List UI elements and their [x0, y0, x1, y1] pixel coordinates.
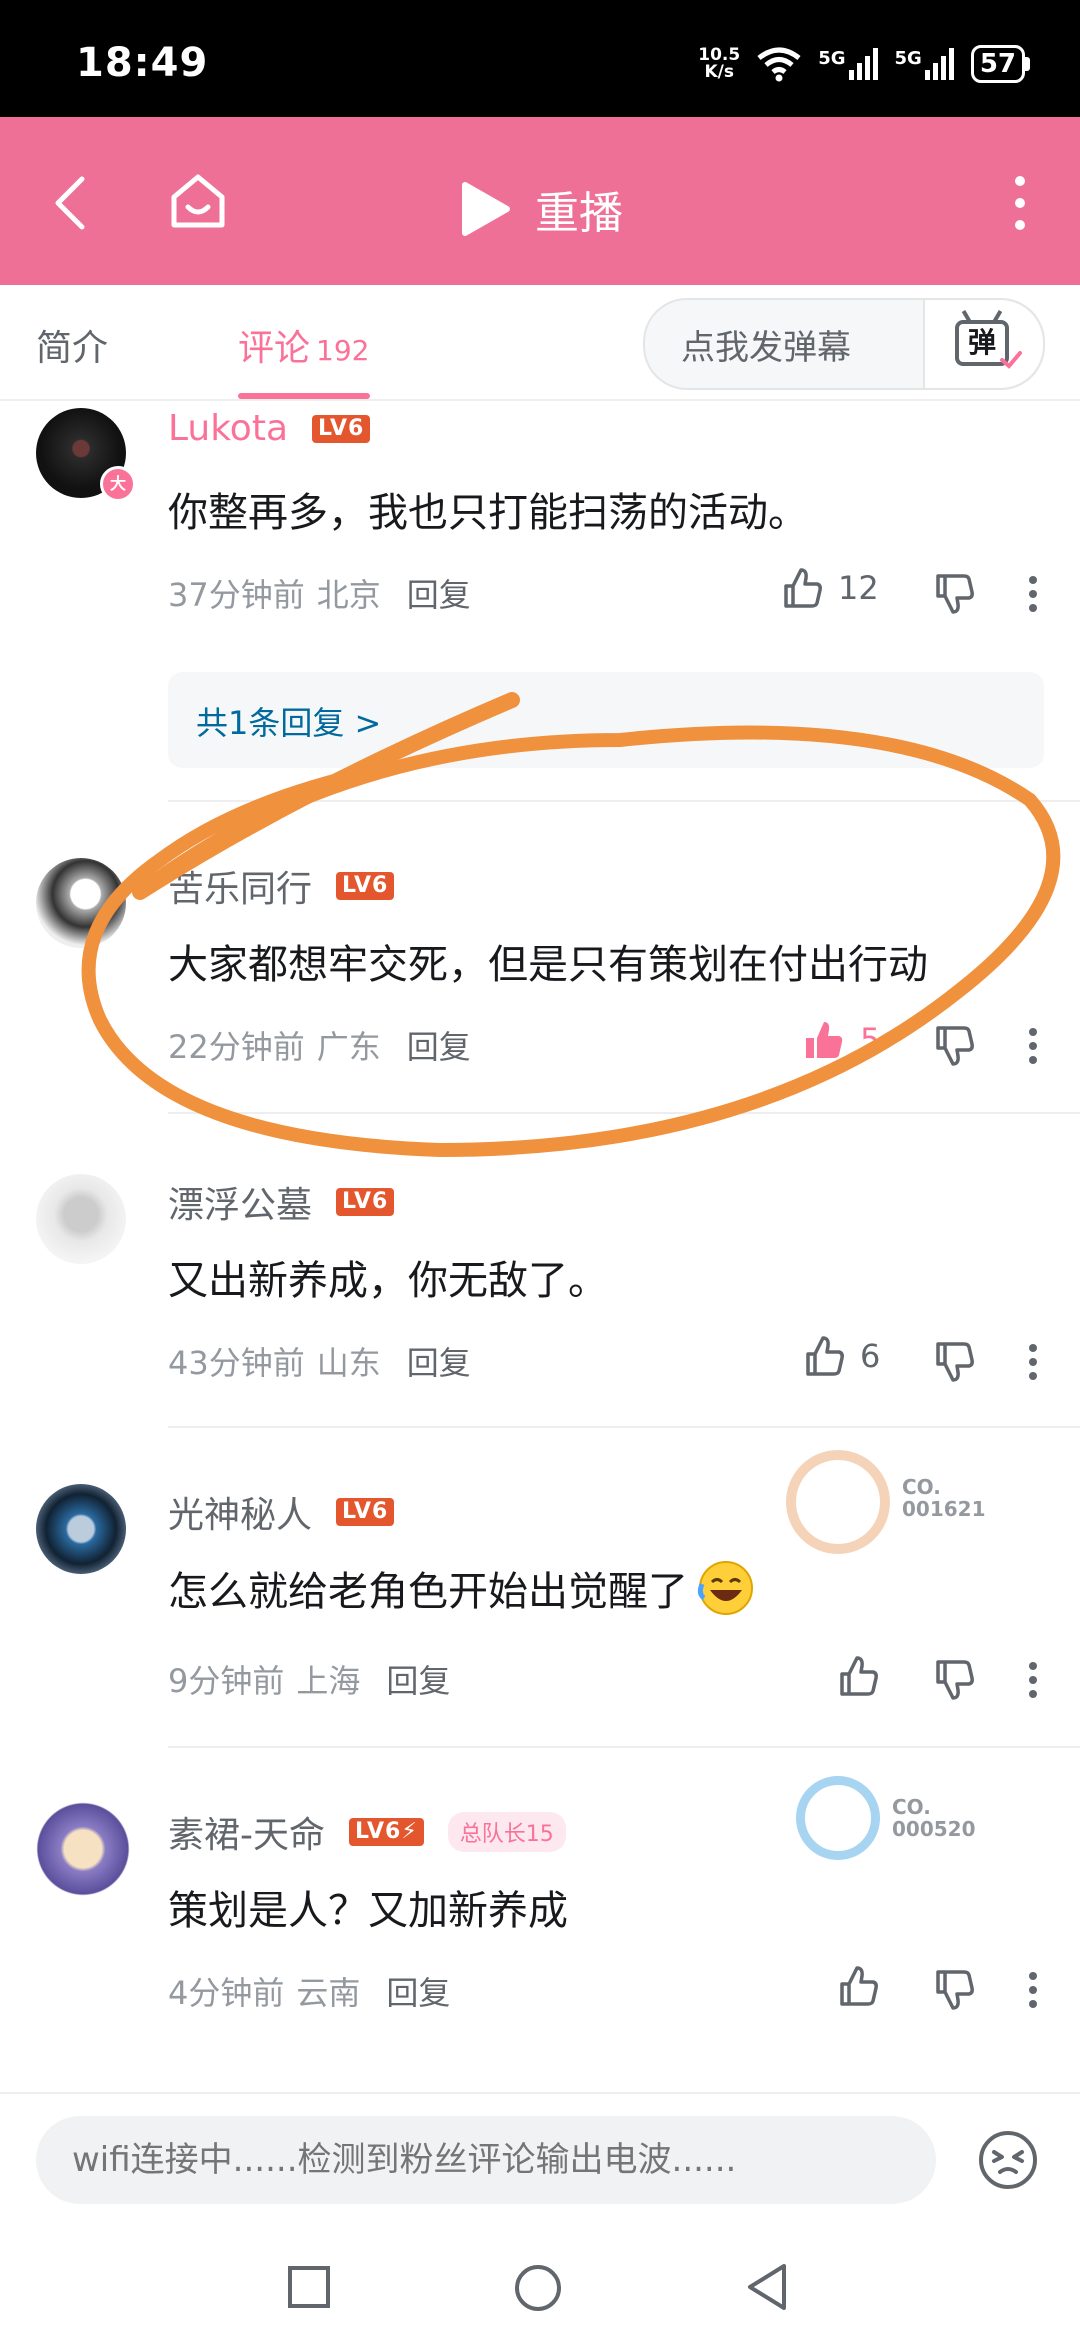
- comment-text: 怎么就给老角色开始出觉醒了: [168, 1569, 688, 1615]
- orange-annotation-circle: [81, 692, 1061, 1158]
- like-count: 6: [860, 1337, 881, 1375]
- back-triangle-icon[interactable]: [742, 2260, 792, 2314]
- danmaku-glyph: 弹: [967, 326, 996, 359]
- tab-comments[interactable]: 评论 192: [238, 319, 369, 371]
- recent-apps-icon[interactable]: [286, 2264, 332, 2310]
- battery-indicator: 57: [970, 45, 1030, 83]
- status-bar: 18:49 10.5 K/s 5G 5G 57: [0, 0, 1080, 117]
- signal-bars-icon: [848, 48, 878, 80]
- thumbs-up-icon[interactable]: [836, 1654, 880, 1698]
- video-nav-bar: 重播: [0, 117, 1080, 285]
- fan-code-number: 001621: [902, 1497, 986, 1521]
- danmaku-input[interactable]: 点我发弹幕 弹: [643, 298, 1045, 390]
- comment-more-icon[interactable]: [1026, 1970, 1040, 2010]
- comment-time: 37分钟前: [168, 576, 305, 614]
- comment-time: 4分钟前: [168, 1974, 285, 2012]
- battery-tip: [1025, 57, 1030, 71]
- comment-item: 素裙-天命 LV6⚡ 总队长15 CO. 000520 策划是人？又加新养成 4…: [0, 1776, 1080, 2056]
- fan-code: CO. 001621: [902, 1476, 986, 1520]
- like-button[interactable]: 12: [780, 566, 879, 610]
- tab-comments-label: 评论: [238, 328, 311, 369]
- comment-count: 192: [316, 334, 370, 367]
- level-badge: LV6: [312, 414, 371, 443]
- fan-code-label: CO.: [892, 1795, 931, 1819]
- comment-input-bar: [0, 2092, 1080, 2340]
- danmaku-placeholder: 点我发弹幕: [681, 328, 851, 368]
- comment-item: 光神秘人 LV6 CO. 001621 怎么就给老角色开始出觉醒了 9分钟前 上…: [0, 1450, 1080, 1746]
- fan-code-label: CO.: [902, 1475, 941, 1499]
- vip-badge: 大: [100, 466, 136, 502]
- sim1-label: 5G: [818, 48, 846, 69]
- status-time: 18:49: [76, 40, 209, 86]
- play-icon: [462, 182, 510, 236]
- divider: [168, 1746, 1080, 1748]
- fan-code-number: 000520: [892, 1817, 976, 1841]
- avatar[interactable]: [30, 1796, 136, 1902]
- replay-label: 重播: [535, 188, 623, 239]
- username[interactable]: 光神秘人: [168, 1486, 312, 1538]
- like-button[interactable]: 6: [802, 1334, 880, 1378]
- like-count: 12: [838, 569, 879, 607]
- thumbs-down-icon[interactable]: [932, 1340, 976, 1384]
- active-tab-indicator: [238, 393, 370, 399]
- network-speed: 10.5 K/s: [698, 47, 740, 81]
- avatar[interactable]: [36, 1174, 126, 1264]
- comment-text: 你整再多，我也只打能扫荡的活动。: [168, 490, 808, 536]
- home-circle-icon[interactable]: [512, 2262, 564, 2314]
- level-badge: LV6: [336, 1498, 395, 1526]
- thumbs-down-icon[interactable]: [932, 1968, 976, 2012]
- thumbs-down-icon[interactable]: [932, 572, 976, 616]
- comment-location: 上海: [296, 1662, 361, 1700]
- comment-text: 策划是人？又加新养成: [168, 1888, 568, 1934]
- danmaku-toggle-button[interactable]: 弹: [923, 300, 1043, 388]
- replay-button[interactable]: 重播: [0, 177, 1080, 250]
- thumbs-down-icon[interactable]: [932, 1658, 976, 1702]
- username[interactable]: 素裙-天命: [168, 1806, 325, 1858]
- tab-intro[interactable]: 简介: [36, 319, 108, 371]
- battery-level: 57: [970, 45, 1025, 83]
- comment-location: 山东: [316, 1344, 381, 1382]
- comment-item: 漂浮公墓 LV6 又出新养成，你无敌了。 43分钟前 山东 回复 6: [0, 1166, 1080, 1426]
- reply-button[interactable]: 回复: [386, 1968, 450, 2014]
- avatar[interactable]: [36, 1484, 126, 1574]
- username[interactable]: 漂浮公墓: [168, 1176, 312, 1228]
- sim2-label: 5G: [894, 48, 922, 69]
- reply-button[interactable]: 回复: [407, 570, 471, 616]
- username[interactable]: Lukota: [168, 408, 288, 449]
- status-icons: 10.5 K/s 5G 5G 57: [698, 44, 1030, 84]
- comment-more-icon[interactable]: [1026, 1660, 1040, 1700]
- comment-text: 又出新养成，你无敌了。: [168, 1258, 608, 1304]
- comment-time: 9分钟前: [168, 1662, 285, 1700]
- fan-badge: 总队长15: [447, 1812, 566, 1852]
- laughing-emoji-icon: [697, 1561, 753, 1615]
- thumbs-up-icon: [784, 568, 822, 608]
- comment-location: 北京: [316, 576, 381, 614]
- reply-button[interactable]: 回复: [407, 1338, 471, 1384]
- emoji-face-icon[interactable]: [976, 2128, 1040, 2192]
- comment-more-icon[interactable]: [1026, 574, 1040, 614]
- comment-more-icon[interactable]: [1026, 1342, 1040, 1382]
- fan-medal-ring: [796, 1776, 880, 1860]
- fan-code: CO. 000520: [892, 1796, 976, 1840]
- more-options-icon[interactable]: [1010, 173, 1030, 233]
- comment-time: 43分钟前: [168, 1344, 305, 1382]
- comment-input[interactable]: [36, 2116, 936, 2204]
- fan-medal-ring: [786, 1450, 890, 1554]
- thumbs-up-icon[interactable]: [836, 1964, 880, 2008]
- reply-button[interactable]: 回复: [386, 1656, 450, 1702]
- thumbs-up-icon: [806, 1336, 844, 1376]
- level-badge: LV6⚡: [349, 1818, 424, 1846]
- signal-bars-icon: [924, 48, 954, 80]
- divider: [168, 1426, 1080, 1428]
- comment-location: 云南: [296, 1974, 361, 2012]
- signal-sim2: 5G: [895, 48, 955, 80]
- signal-sim1: 5G: [818, 48, 878, 80]
- net-speed-unit: K/s: [704, 62, 734, 82]
- level-badge: LV6: [336, 1188, 395, 1216]
- check-icon: [1000, 351, 1022, 369]
- wifi-icon: [757, 47, 801, 82]
